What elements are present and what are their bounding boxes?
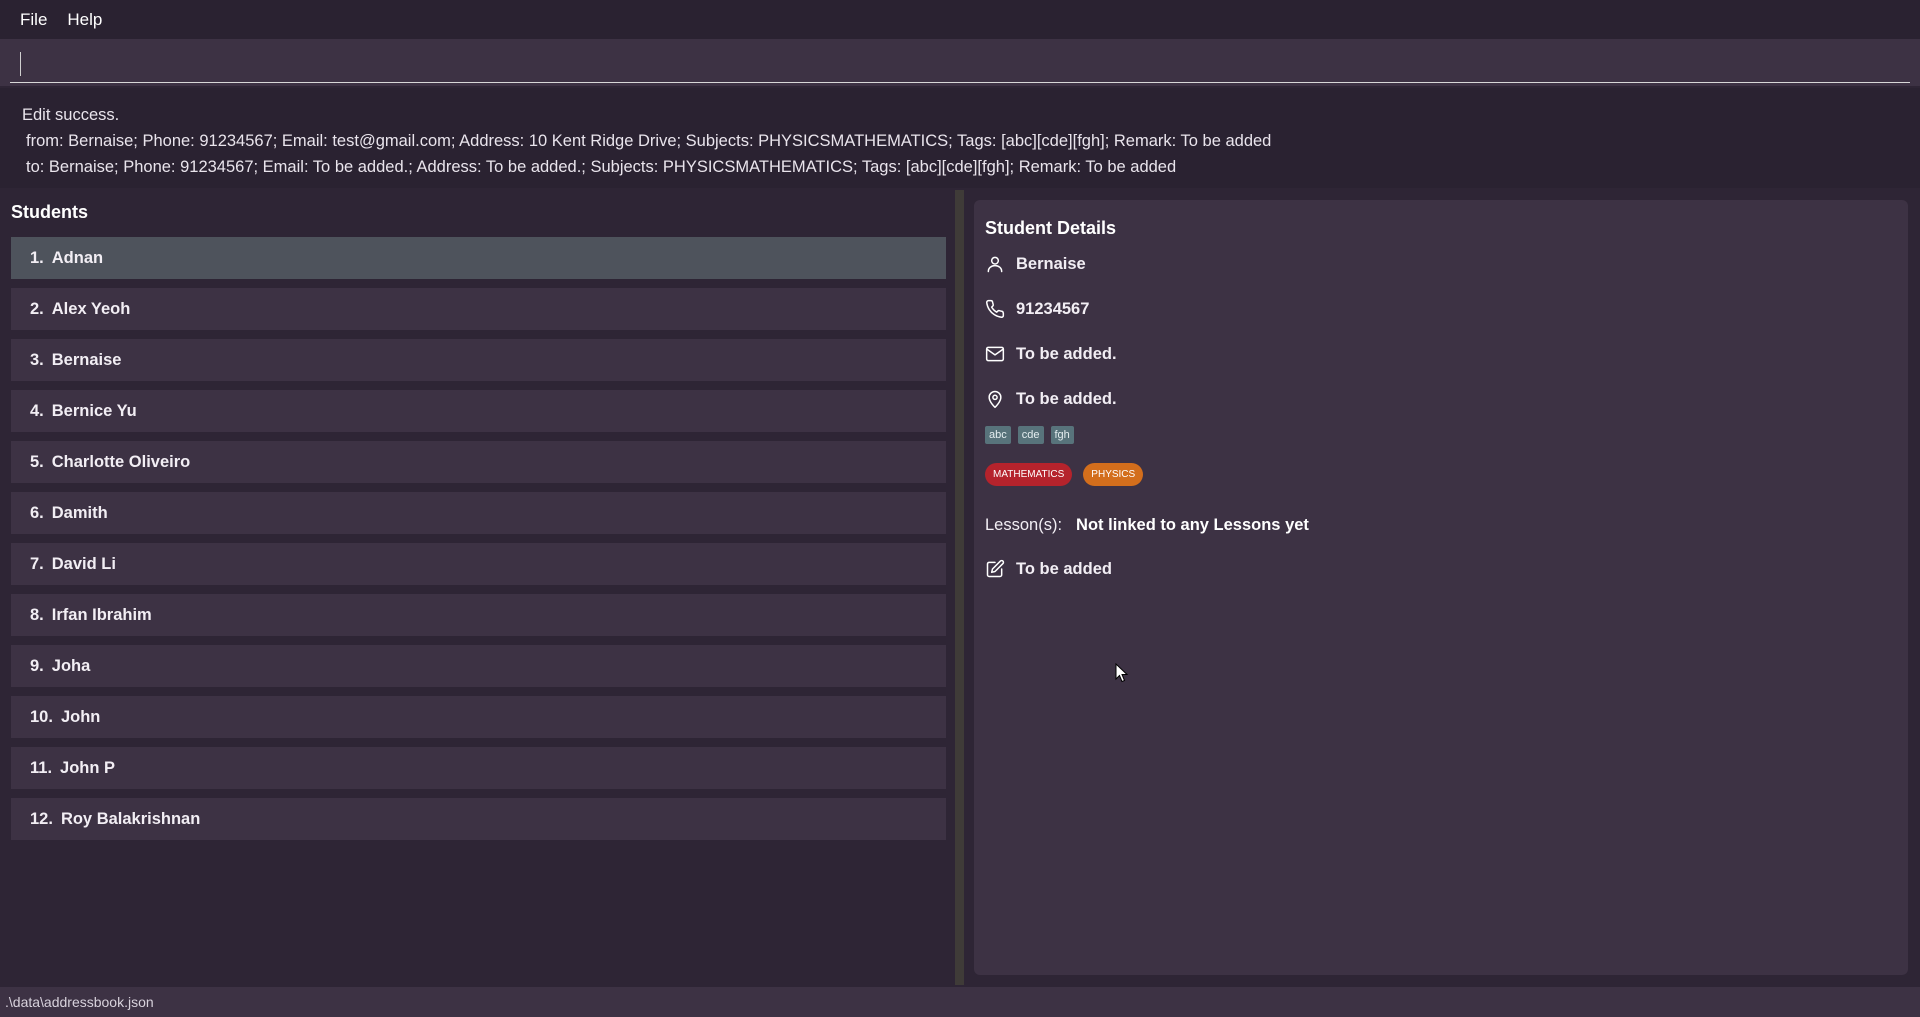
student-index: 3. xyxy=(30,350,44,369)
student-list-item[interactable]: 5. Charlotte Oliveiro xyxy=(11,441,946,483)
student-name: Damith xyxy=(51,503,108,522)
student-list-item[interactable]: 6. Damith xyxy=(11,492,946,534)
detail-remark-value: To be added xyxy=(1016,559,1112,578)
detail-phone-value: 91234567 xyxy=(1016,299,1090,318)
student-name: Bernice Yu xyxy=(51,401,137,420)
edit-icon xyxy=(985,559,1005,579)
student-name: John P xyxy=(60,758,116,777)
phone-icon xyxy=(985,299,1005,319)
student-list-item[interactable]: 11. John P xyxy=(11,747,946,789)
student-list-item[interactable]: 8. Irfan Ibrahim xyxy=(11,594,946,636)
student-index: 9. xyxy=(30,656,44,675)
student-details-card: Student Details Bernaise 91234567 To be … xyxy=(974,200,1908,975)
student-name: Irfan Ibrahim xyxy=(51,605,152,624)
subject-badge: MATHEMATICS xyxy=(985,463,1073,486)
person-icon xyxy=(985,254,1005,274)
student-list-item[interactable]: 4. Bernice Yu xyxy=(11,390,946,432)
mail-icon xyxy=(985,344,1005,364)
detail-address-value: To be added. xyxy=(1016,389,1117,408)
tag-badge: fgh xyxy=(1050,426,1074,444)
tag-badge: cde xyxy=(1017,426,1044,444)
student-name: John xyxy=(60,707,101,726)
student-index: 2. xyxy=(30,299,44,318)
menu-help[interactable]: Help xyxy=(57,10,112,30)
student-index: 8. xyxy=(30,605,44,624)
detail-address: To be added. xyxy=(985,389,1117,409)
result-display: Edit success. from: Bernaise; Phone: 912… xyxy=(0,88,1920,188)
student-list-item[interactable]: 3. Bernaise xyxy=(11,339,946,381)
student-index: 7. xyxy=(30,554,44,573)
detail-email: To be added. xyxy=(985,344,1117,364)
detail-name: Bernaise xyxy=(985,254,1086,274)
detail-email-value: To be added. xyxy=(1016,344,1117,363)
student-list: 1. Adnan 2. Alex Yeoh 3. Bernaise 4. Bernice Yu… xyxy=(11,237,946,849)
student-list-item[interactable]: 1. Adnan xyxy=(11,237,946,279)
student-list-item[interactable]: 12. Roy Balakrishnan xyxy=(11,798,946,840)
subject-list: MATHEMATICS PHYSICS xyxy=(985,463,1144,486)
student-index: 5. xyxy=(30,452,44,471)
student-name: Alex Yeoh xyxy=(51,299,131,318)
menu-file[interactable]: File xyxy=(10,10,57,30)
student-name: Roy Balakrishnan xyxy=(60,809,201,828)
student-index: 4. xyxy=(30,401,44,420)
mouse-cursor-icon xyxy=(1115,663,1129,683)
result-line-from: from: Bernaise; Phone: 91234567; Email: … xyxy=(26,132,1272,150)
detail-remark: To be added xyxy=(985,559,1112,579)
tag-list: abc cde fgh xyxy=(985,426,1074,444)
menu-bar: File Help xyxy=(0,0,1920,39)
location-pin-icon xyxy=(985,389,1005,409)
students-title: Students xyxy=(11,202,89,222)
lessons-value: Not linked to any Lessons yet xyxy=(1076,516,1309,534)
result-line-status: Edit success. xyxy=(22,106,120,124)
command-box xyxy=(0,39,1920,86)
lessons-label: Lesson(s): xyxy=(985,516,1063,534)
text-caret xyxy=(20,52,21,76)
student-index: 10. xyxy=(30,707,53,726)
tag-badge: abc xyxy=(985,426,1011,444)
student-list-item[interactable]: 7. David Li xyxy=(11,543,946,585)
student-index: 6. xyxy=(30,503,44,522)
student-list-item[interactable]: 10. John xyxy=(11,696,946,738)
student-list-item[interactable]: 2. Alex Yeoh xyxy=(11,288,946,330)
student-name: Charlotte Oliveiro xyxy=(51,452,191,471)
student-name: David Li xyxy=(51,554,116,573)
detail-lessons: Lesson(s): Not linked to any Lessons yet xyxy=(985,516,1309,535)
details-panel: Student Details Bernaise 91234567 To be … xyxy=(964,190,1920,985)
subject-badge: PHYSICS xyxy=(1083,463,1144,486)
data-file-path: .\data\addressbook.json xyxy=(5,994,154,1010)
details-title: Student Details xyxy=(985,218,1117,238)
detail-name-value: Bernaise xyxy=(1016,254,1086,273)
student-index: 12. xyxy=(30,809,53,828)
students-panel: Students 1. Adnan 2. Alex Yeoh 3. Bernaise 4. B… xyxy=(0,190,955,985)
student-list-item[interactable]: 9. Joha xyxy=(11,645,946,687)
panel-divider[interactable] xyxy=(955,190,964,985)
student-name: Joha xyxy=(51,656,91,675)
detail-phone: 91234567 xyxy=(985,299,1089,319)
command-input[interactable] xyxy=(10,45,1910,83)
status-bar: .\data\addressbook.json xyxy=(0,987,1920,1017)
result-line-to: to: Bernaise; Phone: 91234567; Email: To… xyxy=(26,158,1177,176)
student-name: Bernaise xyxy=(51,350,122,369)
student-index: 1. xyxy=(30,248,44,267)
student-name: Adnan xyxy=(51,248,104,267)
student-index: 11. xyxy=(30,758,53,777)
